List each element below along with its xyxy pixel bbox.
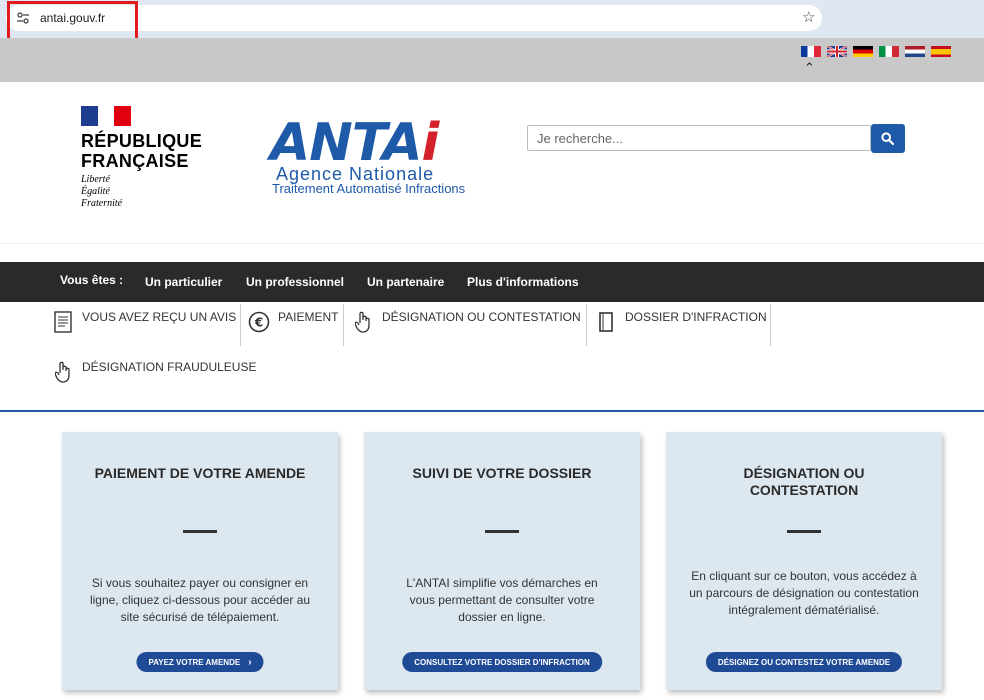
- flag-it-icon[interactable]: [879, 46, 899, 57]
- designate-contest-button-label: DÉSIGNEZ OU CONTESTEZ VOTRE AMENDE: [717, 657, 891, 667]
- antai-logo-word: ANTAi: [270, 117, 480, 169]
- card-divider: [183, 530, 217, 533]
- sub-nav: VOUS AVEZ REÇU UN AVIS € PAIEMENT DÉSIGN…: [0, 302, 984, 412]
- pay-fine-button-label: PAYEZ VOTRE AMENDE: [148, 657, 241, 667]
- language-flags: [801, 46, 951, 57]
- sub-nav-paiement[interactable]: € PAIEMENT: [248, 310, 338, 334]
- motto-fraternite: Fraternité: [81, 198, 123, 209]
- republique-title-line1: RÉPUBLIQUE: [81, 131, 203, 151]
- republique-title-line2: FRANÇAISE: [81, 151, 189, 171]
- designate-contest-button[interactable]: DÉSIGNEZ OU CONTESTEZ VOTRE AMENDE: [705, 652, 903, 672]
- card-text: Si vous souhaitez payer ou consigner en …: [89, 576, 311, 624]
- flag-es-icon[interactable]: [931, 46, 951, 57]
- card-title: SUIVI DE VOTRE DOSSIER: [412, 465, 592, 481]
- hand-pointer-icon: [52, 360, 74, 384]
- card-text: En cliquant sur ce bouton, vous accédez …: [689, 569, 919, 617]
- sub-nav-designation-label: DÉSIGNATION OU CONTESTATION: [382, 310, 581, 324]
- flag-uk-icon[interactable]: [827, 46, 847, 57]
- sub-nav-avis-label: VOUS AVEZ REÇU UN AVIS: [82, 310, 237, 324]
- nav-item-partenaire[interactable]: Un partenaire: [367, 275, 444, 289]
- language-strip: ⌃: [0, 38, 984, 82]
- sub-nav-paiement-label: PAIEMENT: [278, 310, 339, 324]
- card-divider: [485, 530, 519, 533]
- folder-icon: [595, 310, 617, 334]
- nav-item-plus-informations[interactable]: Plus d'informations: [467, 275, 579, 289]
- sub-nav-divider: [343, 304, 344, 346]
- euro-icon: €: [248, 310, 270, 334]
- card-title: PAIEMENT DE VOTRE AMENDE: [94, 465, 306, 481]
- card-suivi-dossier: SUIVI DE VOTRE DOSSIER L'ANTAI simplifie…: [364, 432, 640, 690]
- search-button[interactable]: [871, 124, 905, 153]
- sub-nav-divider: [240, 304, 241, 346]
- bookmark-star-icon[interactable]: ☆: [802, 8, 815, 26]
- sub-nav-fraude-label: DÉSIGNATION FRAUDULEUSE: [82, 360, 257, 374]
- search-icon: [881, 132, 894, 145]
- view-dossier-button[interactable]: CONSULTEZ VOTRE DOSSIER D'INFRACTION: [402, 652, 602, 672]
- site-header: RÉPUBLIQUE FRANÇAISE Liberté Égalité Fra…: [0, 82, 984, 244]
- chevron-right-icon: ›: [248, 656, 252, 668]
- url-text[interactable]: antai.gouv.fr: [40, 11, 105, 25]
- sub-nav-divider: [770, 304, 771, 346]
- sub-nav-divider: [586, 304, 587, 346]
- marianne-flag-icon: [81, 106, 132, 126]
- card-designation: DÉSIGNATION OU CONTESTATION En cliquant …: [666, 432, 942, 690]
- motto-egalite: Égalité: [81, 186, 110, 197]
- view-dossier-button-label: CONSULTEZ VOTRE DOSSIER D'INFRACTION: [414, 657, 590, 667]
- nav-label: Vous êtes :: [60, 273, 124, 287]
- card-text: L'ANTAI simplifie vos démarches en vous …: [406, 576, 598, 624]
- antai-logo[interactable]: ANTAi Agence Nationale Traitement Automa…: [270, 117, 480, 198]
- search-form: [527, 124, 905, 153]
- browser-toolbar: antai.gouv.fr ☆: [0, 0, 984, 38]
- chevron-up-icon[interactable]: ⌃: [804, 60, 815, 76]
- search-input[interactable]: [527, 125, 871, 151]
- antai-logo-subtitle1: Agence Nationale: [276, 164, 435, 184]
- flag-nl-icon[interactable]: [905, 46, 925, 57]
- pay-fine-button[interactable]: PAYEZ VOTRE AMENDE ›: [136, 652, 264, 672]
- site-info-icon[interactable]: [16, 11, 30, 25]
- sub-nav-designation[interactable]: DÉSIGNATION OU CONTESTATION: [352, 310, 581, 334]
- sub-nav-dossier[interactable]: DOSSIER D'INFRACTION: [595, 310, 767, 334]
- card-divider: [787, 530, 821, 533]
- nav-item-professionnel[interactable]: Un professionnel: [246, 275, 344, 289]
- address-bar[interactable]: antai.gouv.fr ☆: [6, 5, 822, 31]
- motto-liberte: Liberté: [81, 174, 110, 185]
- hand-pointer-icon: [352, 310, 374, 334]
- card-paiement: PAIEMENT DE VOTRE AMENDE Si vous souhait…: [62, 432, 338, 690]
- flag-fr-icon[interactable]: [801, 46, 821, 57]
- sub-nav-dossier-label: DOSSIER D'INFRACTION: [625, 310, 767, 324]
- main-nav: Vous êtes : Un particulier Un profession…: [0, 262, 984, 302]
- nav-item-particulier[interactable]: Un particulier: [145, 275, 222, 289]
- card-title: DÉSIGNATION OU CONTESTATION: [743, 465, 865, 498]
- flag-de-icon[interactable]: [853, 46, 873, 57]
- antai-logo-subtitle2: Traitement Automatisé Infractions: [272, 181, 466, 196]
- document-icon: [52, 310, 74, 334]
- sub-nav-avis[interactable]: VOUS AVEZ REÇU UN AVIS: [52, 310, 236, 334]
- sub-nav-fraude[interactable]: DÉSIGNATION FRAUDULEUSE: [52, 360, 256, 384]
- svg-text:€: €: [254, 316, 263, 330]
- republique-francaise-logo[interactable]: RÉPUBLIQUE FRANÇAISE Liberté Égalité Fra…: [81, 106, 221, 210]
